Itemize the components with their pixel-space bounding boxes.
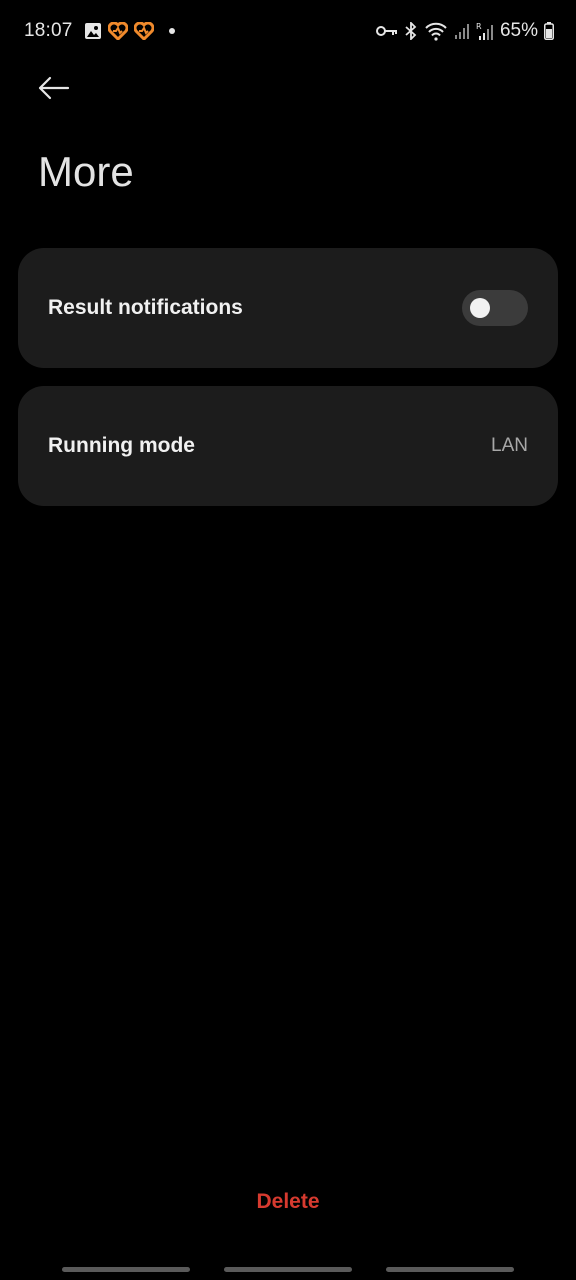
wifi-icon — [424, 21, 448, 41]
result-notifications-label: Result notifications — [48, 296, 243, 319]
status-right-icons: R 65% — [375, 20, 554, 42]
nav-home-handle[interactable] — [224, 1267, 352, 1272]
navigation-bar — [0, 1262, 576, 1280]
health-heart-icon — [108, 22, 128, 40]
roaming-signal-icon: R — [476, 21, 494, 41]
nav-recents-handle[interactable] — [62, 1267, 190, 1272]
battery-percent: 65% — [499, 20, 538, 41]
status-bar: 18:07 R 65% — [0, 0, 576, 64]
arrow-left-icon — [38, 76, 70, 100]
svg-text:R: R — [476, 22, 482, 31]
vpn-key-icon — [375, 24, 398, 38]
running-mode-label: Running mode — [48, 434, 195, 457]
running-mode-value: LAN — [491, 435, 528, 456]
health-heart-icon — [134, 22, 154, 40]
nav-back-handle[interactable] — [386, 1267, 514, 1272]
signal-icon — [454, 22, 470, 40]
status-time: 18:07 — [24, 20, 73, 41]
status-left-icons — [84, 22, 176, 40]
toggle-knob — [470, 298, 490, 318]
gallery-icon — [84, 22, 102, 40]
battery-icon — [544, 22, 554, 40]
bluetooth-icon — [404, 22, 418, 40]
back-button[interactable] — [30, 68, 78, 108]
running-mode-row[interactable]: Running mode LAN — [18, 386, 558, 506]
result-notifications-row[interactable]: Result notifications — [18, 248, 558, 368]
page-title: More — [38, 148, 134, 195]
delete-button[interactable]: Delete — [0, 1190, 576, 1214]
notification-dot-icon — [168, 27, 176, 35]
result-notifications-toggle[interactable] — [462, 290, 528, 326]
